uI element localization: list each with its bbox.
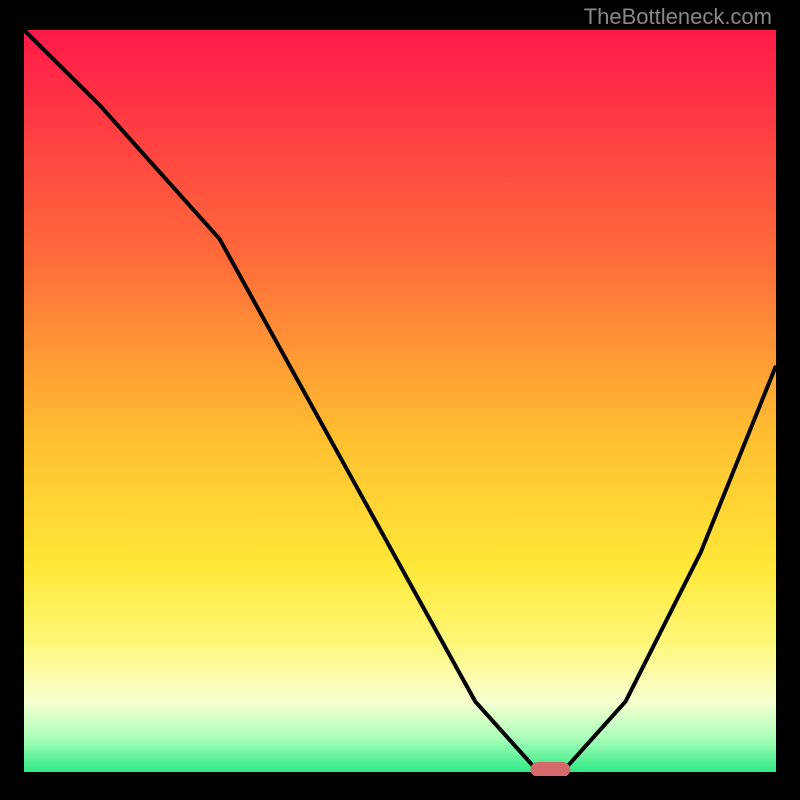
gradient-background	[24, 30, 776, 776]
watermark-text: TheBottleneck.com	[584, 4, 772, 30]
chart-container	[24, 30, 776, 776]
optimal-marker	[530, 762, 570, 776]
chart-svg	[24, 30, 776, 776]
